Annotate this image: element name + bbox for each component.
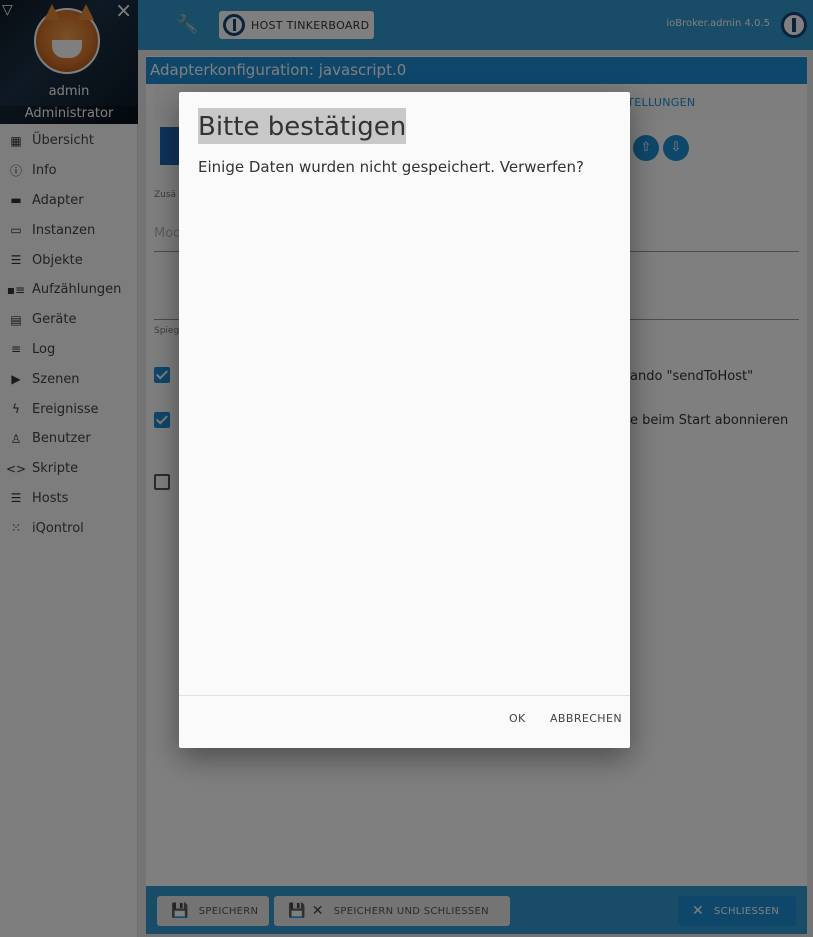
ok-button[interactable]: OK xyxy=(509,712,526,725)
confirm-dialog: Bitte bestätigen Einige Daten wurden nic… xyxy=(179,92,630,748)
dialog-title: Bitte bestätigen xyxy=(198,108,407,144)
dialog-message: Einige Daten wurden nicht gespeichert. V… xyxy=(198,158,584,176)
cancel-button[interactable]: ABBRECHEN xyxy=(550,712,622,725)
dialog-divider xyxy=(179,695,630,696)
